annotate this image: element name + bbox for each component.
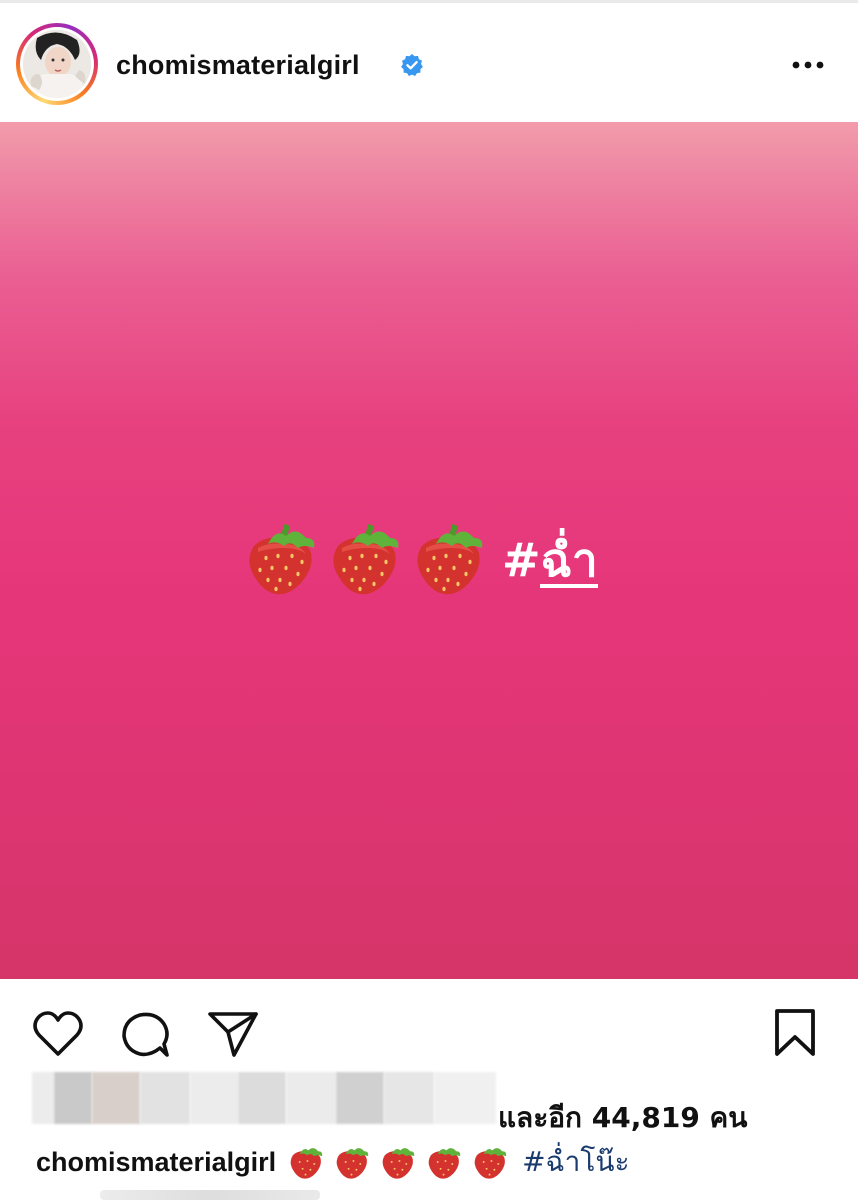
likes-summary[interactable]: และอีก 44,819 คน <box>32 1072 832 1134</box>
cut-off-comment-line <box>100 1190 320 1200</box>
comment-bubble-icon[interactable] <box>120 1010 172 1060</box>
image-hashtag-text: #ฉ่ำ <box>502 533 598 587</box>
strawberry-icon <box>474 1148 507 1179</box>
strawberry-icon <box>417 524 483 595</box>
more-dots-icon[interactable] <box>788 53 828 77</box>
post-header: chomismaterialgirl <box>0 0 858 122</box>
instagram-post: chomismaterialgirl #ฉ่ำ และอีก 44,819 คน… <box>0 0 858 1200</box>
username[interactable]: chomismaterialgirl <box>116 49 360 81</box>
likes-count[interactable]: และอีก 44,819 คน <box>498 1096 747 1140</box>
story-ring[interactable] <box>16 23 98 105</box>
image-text: #ฉ่ำ <box>244 520 598 600</box>
post-image[interactable]: #ฉ่ำ <box>0 122 858 979</box>
blurred-liker <box>140 1072 190 1124</box>
image-hashtag: #ฉ่ำ <box>502 530 598 590</box>
blurred-liker <box>32 1072 54 1124</box>
strawberry-icon <box>290 1148 323 1179</box>
paper-plane-icon[interactable] <box>206 1010 260 1058</box>
strawberry-icon <box>382 1148 415 1179</box>
caption-username[interactable]: chomismaterialgirl <box>36 1147 276 1178</box>
action-bar <box>0 980 858 1080</box>
blurred-liker <box>286 1072 336 1124</box>
avatar[interactable] <box>23 30 91 98</box>
avatar-photo <box>23 30 91 98</box>
strawberry-icon <box>336 1148 369 1179</box>
heart-icon[interactable] <box>32 1010 84 1058</box>
blurred-liker <box>238 1072 286 1124</box>
blurred-liker <box>434 1072 496 1124</box>
blurred-liker <box>336 1072 384 1124</box>
strawberry-icon <box>333 524 399 595</box>
blurred-likers <box>32 1072 496 1124</box>
caption: chomismaterialgirl #ฉ่ำโน๊ะ <box>36 1140 630 1184</box>
strawberry-icon <box>428 1148 461 1179</box>
bookmark-icon[interactable] <box>772 1008 818 1058</box>
strawberry-icon <box>249 524 315 595</box>
verified-badge-icon <box>401 54 423 76</box>
blurred-liker <box>190 1072 238 1124</box>
caption-hashtag[interactable]: #ฉ่ำโน๊ะ <box>522 1140 629 1184</box>
blurred-liker <box>384 1072 434 1124</box>
blurred-liker <box>92 1072 140 1124</box>
hashtag-underline <box>540 584 598 588</box>
blurred-liker <box>54 1072 92 1124</box>
